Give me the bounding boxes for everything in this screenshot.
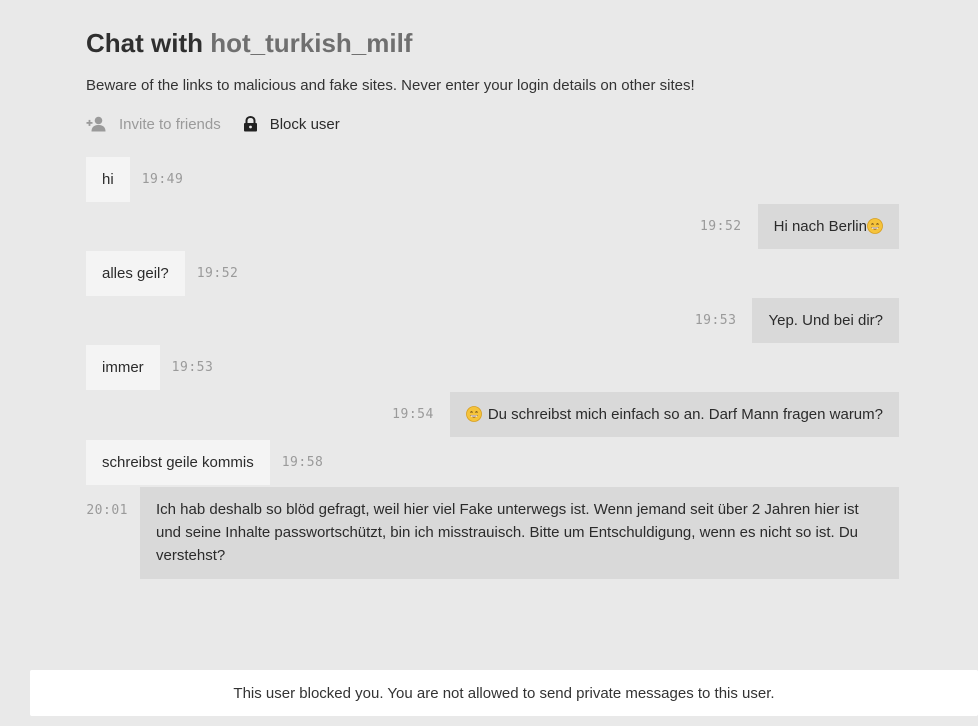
message-sent: 19:52 Hi nach Berlin — [700, 204, 899, 249]
chat-actions: Invite to friends Block user — [86, 112, 906, 136]
invite-label: Invite to friends — [119, 115, 221, 133]
title-prefix: Chat with — [86, 28, 211, 58]
message-text: Du schreibst mich einfach so an. Darf Ma… — [487, 406, 883, 423]
chat-page: Chat with hot_turkish_milf Beware of the… — [0, 0, 978, 726]
page-title: Chat with hot_turkish_milf — [86, 26, 906, 60]
message-time: 19:49 — [141, 172, 184, 187]
security-warning: Beware of the links to malicious and fak… — [86, 77, 695, 94]
chat-username[interactable]: hot_turkish_milf — [210, 28, 412, 58]
message-bubble[interactable]: Hi nach Berlin — [757, 204, 899, 249]
message-bubble[interactable]: schreibst geile kommis — [86, 440, 270, 485]
message-bubble[interactable]: Yep. Und bei dir? — [752, 298, 899, 343]
message-text: Hi nach Berlin — [773, 218, 867, 235]
message-received: schreibst geile kommis 19:58 — [86, 440, 323, 485]
message-time: 19:58 — [281, 455, 324, 470]
message-received: immer 19:53 — [86, 345, 213, 390]
grinning-face-emoji-icon — [465, 406, 482, 422]
message-time: 19:53 — [171, 360, 214, 375]
message-time: 20:01 — [86, 503, 128, 518]
message-bubble[interactable]: hi — [86, 157, 130, 202]
message-sent: 19:54 Du schreibst mich einfach so an. D… — [392, 392, 899, 437]
add-user-icon — [86, 116, 107, 132]
block-user-button[interactable]: Block user — [243, 116, 340, 133]
message-time: 19:54 — [392, 407, 434, 422]
message-sent: 19:53 Yep. Und bei dir? — [695, 298, 899, 343]
grinning-face-emoji-icon — [867, 218, 883, 234]
message-bubble[interactable]: alles geil? — [86, 251, 185, 296]
blocked-notice-text: This user blocked you. You are not allow… — [233, 684, 775, 702]
invite-to-friends-button[interactable]: Invite to friends — [86, 116, 221, 133]
blocked-notice: This user blocked you. You are not allow… — [30, 670, 978, 716]
chat-header: Chat with hot_turkish_milf Beware of the… — [86, 26, 906, 136]
message-bubble[interactable]: Du schreibst mich einfach so an. Darf Ma… — [449, 392, 899, 437]
message-received: alles geil? 19:52 — [86, 251, 238, 296]
message-time: 19:53 — [694, 313, 737, 328]
lock-icon — [243, 115, 258, 132]
message-bubble[interactable]: immer — [86, 345, 160, 390]
message-time: 19:52 — [196, 266, 239, 281]
message-received: hi 19:49 — [86, 157, 183, 202]
message-time: 19:52 — [699, 219, 742, 234]
block-label: Block user — [269, 115, 340, 133]
message-sent: 20:01 Ich hab deshalb so blöd gefragt, w… — [86, 487, 899, 579]
message-bubble[interactable]: Ich hab deshalb so blöd gefragt, weil hi… — [140, 487, 899, 579]
